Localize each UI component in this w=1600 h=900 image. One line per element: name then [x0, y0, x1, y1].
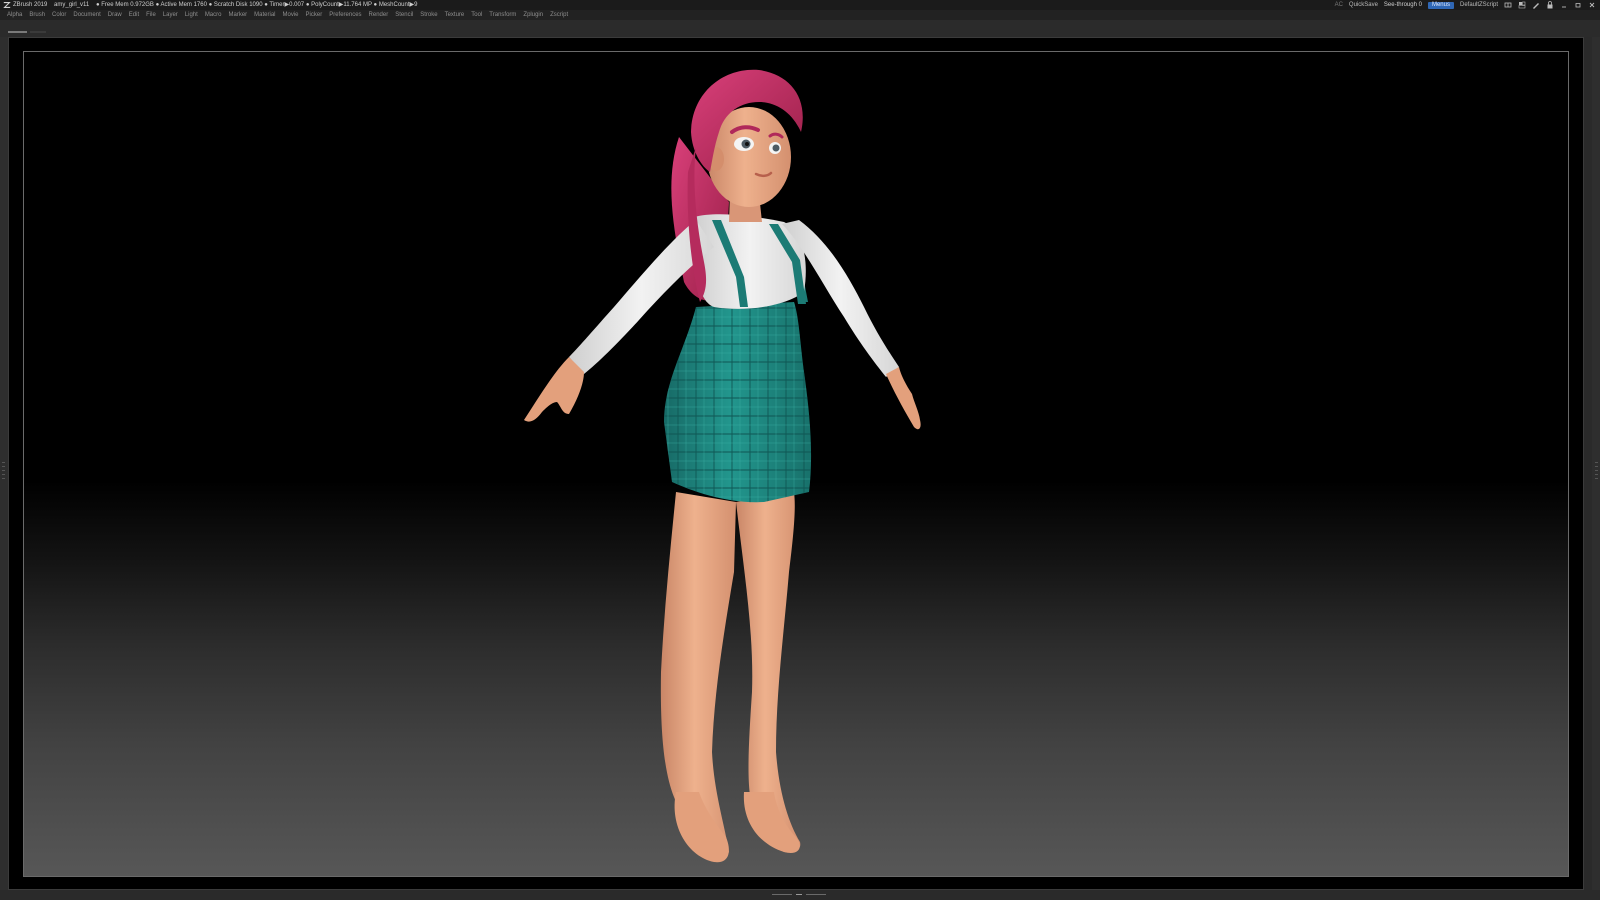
- menu-zplugin[interactable]: Zplugin: [523, 10, 543, 20]
- ac-button[interactable]: AC: [1335, 0, 1343, 10]
- menu-texture[interactable]: Texture: [445, 10, 465, 20]
- minimize-icon[interactable]: [1560, 1, 1568, 9]
- menu-render[interactable]: Render: [369, 10, 389, 20]
- menu-picker[interactable]: Picker: [306, 10, 323, 20]
- right-tray-grip[interactable]: [1595, 462, 1598, 502]
- menu-color[interactable]: Color: [52, 10, 66, 20]
- seethrough-value: 0: [1418, 1, 1422, 8]
- character-model[interactable]: [24, 52, 1569, 877]
- menu-stencil[interactable]: Stencil: [395, 10, 413, 20]
- left-tray[interactable]: [0, 37, 8, 890]
- brush-icon[interactable]: [1532, 1, 1540, 9]
- quicksave-button[interactable]: QuickSave: [1349, 0, 1378, 10]
- menu-layer[interactable]: Layer: [163, 10, 178, 20]
- menu-marker[interactable]: Marker: [228, 10, 247, 20]
- layout-icon[interactable]: [1504, 1, 1512, 9]
- tray-handle-secondary[interactable]: [30, 31, 46, 33]
- toolbar-strip: [0, 20, 1600, 37]
- menu-draw[interactable]: Draw: [108, 10, 122, 20]
- title-info: ZBrush 2019 amy_girl_v11 ● Free Mem 0.97…: [13, 0, 422, 10]
- menu-transform[interactable]: Transform: [489, 10, 516, 20]
- bottom-tray[interactable]: [0, 890, 1600, 900]
- zscript-button[interactable]: DefaultZScript: [1460, 0, 1498, 10]
- menu-stroke[interactable]: Stroke: [420, 10, 437, 20]
- palette-icon[interactable]: [1518, 1, 1526, 9]
- title-controls: AC QuickSave See-through 0 Menus Default…: [1335, 0, 1596, 11]
- zbrush-logo-icon: [3, 2, 11, 8]
- tray-handle[interactable]: [8, 31, 27, 33]
- bottom-tray-grip[interactable]: [772, 893, 828, 897]
- menu-zscript[interactable]: Zscript: [550, 10, 568, 20]
- document-viewport[interactable]: [8, 37, 1584, 890]
- menu-light[interactable]: Light: [185, 10, 198, 20]
- menu-document[interactable]: Document: [73, 10, 100, 20]
- menu-preferences[interactable]: Preferences: [329, 10, 361, 20]
- menu-alpha[interactable]: Alpha: [7, 10, 22, 20]
- menu-tool[interactable]: Tool: [471, 10, 482, 20]
- title-bar: ZBrush 2019 amy_girl_v11 ● Free Mem 0.97…: [0, 0, 1600, 11]
- file-name: amy_girl_v11: [54, 2, 90, 8]
- memory-stats: ● Free Mem 0.972GB ● Active Mem 1760 ● S…: [95, 2, 418, 8]
- left-tray-grip[interactable]: [2, 462, 5, 502]
- menu-file[interactable]: File: [146, 10, 156, 20]
- canvas[interactable]: [23, 51, 1569, 877]
- seethrough-label: See-through: [1383, 1, 1417, 8]
- restore-icon[interactable]: [1574, 1, 1582, 9]
- menu-movie[interactable]: Movie: [283, 10, 299, 20]
- right-tray[interactable]: [1592, 37, 1600, 890]
- menu-macro[interactable]: Macro: [205, 10, 222, 20]
- close-icon[interactable]: [1588, 1, 1596, 9]
- seethrough-slider[interactable]: See-through 0: [1383, 0, 1422, 11]
- app-name: ZBrush 2019: [13, 2, 48, 8]
- menu-brush[interactable]: Brush: [29, 10, 45, 20]
- menus-toggle[interactable]: Menus: [1427, 1, 1454, 9]
- menu-edit[interactable]: Edit: [129, 10, 139, 20]
- menu-bar: Alpha Brush Color Document Draw Edit File Layer…: [0, 10, 1600, 20]
- menu-material[interactable]: Material: [254, 10, 275, 20]
- lock-icon[interactable]: [1546, 1, 1554, 9]
